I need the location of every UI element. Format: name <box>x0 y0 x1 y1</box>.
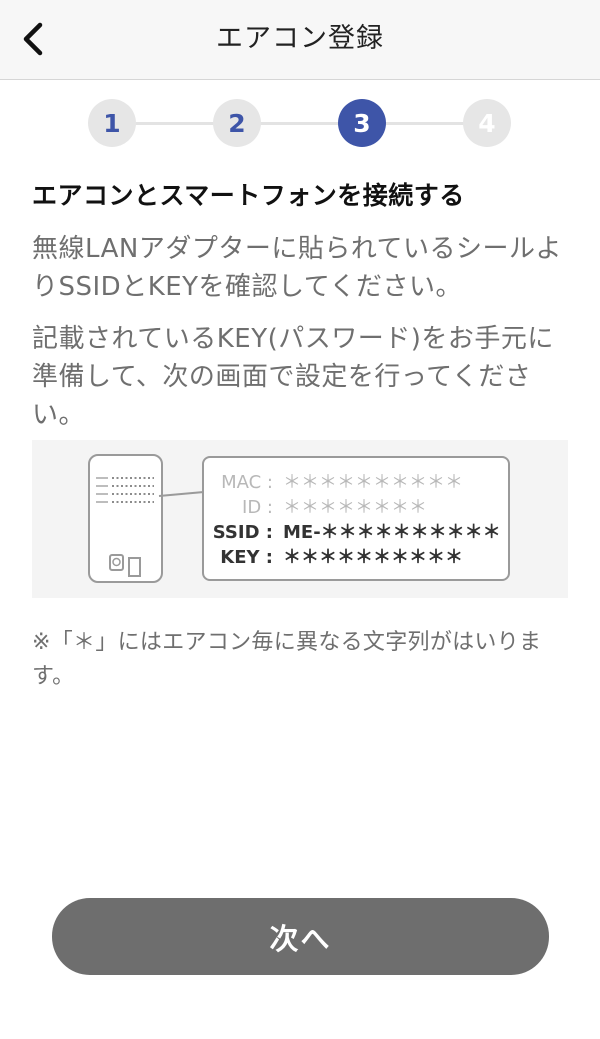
step-3-current: 3 <box>338 99 386 147</box>
label-ssid: SSID : ME-＊＊＊＊＊＊＊＊＊＊ <box>213 522 501 543</box>
instruction-text-1: 無線LANアダプターに貼られているシールよりSSIDとKEYを確認してください。 <box>32 234 563 302</box>
step-1: 1 <box>88 99 136 147</box>
progress-stepper: 1 2 3 4 <box>88 99 512 147</box>
step-2: 2 <box>213 99 261 147</box>
label-id: ID : ＊＊＊＊＊＊＊＊ <box>242 497 427 518</box>
label-key: KEY : ＊＊＊＊＊＊＊＊＊＊ <box>220 547 463 568</box>
wifi-adapter-icon <box>88 454 163 583</box>
step-connector <box>112 122 488 125</box>
step-4: 4 <box>463 99 511 147</box>
label-diagram: MAC : ＊＊＊＊＊＊＊＊＊＊ ID : ＊＊＊＊＊＊＊＊ SSID : ME-＊＊… <box>88 454 510 583</box>
label-mac: MAC : ＊＊＊＊＊＊＊＊＊＊ <box>221 472 463 493</box>
page-title: エアコン登録 <box>216 23 384 54</box>
app-header: エアコン登録 <box>0 0 600 80</box>
adapter-label-illustration: MAC : ＊＊＊＊＊＊＊＊＊＊ ID : ＊＊＊＊＊＊＊＊ SSID : ME-＊＊… <box>32 440 568 598</box>
footnote: ※「＊」にはエアコン毎に異なる文字列がはいります。 <box>32 630 542 689</box>
next-button[interactable]: 次へ <box>52 898 549 975</box>
instruction-text-2: 記載されているKEY(パスワード)をお手元に準備して、次の画面で設定を行ってくだ… <box>32 324 554 430</box>
section-heading: エアコンとスマートフォンを接続する <box>32 181 465 210</box>
